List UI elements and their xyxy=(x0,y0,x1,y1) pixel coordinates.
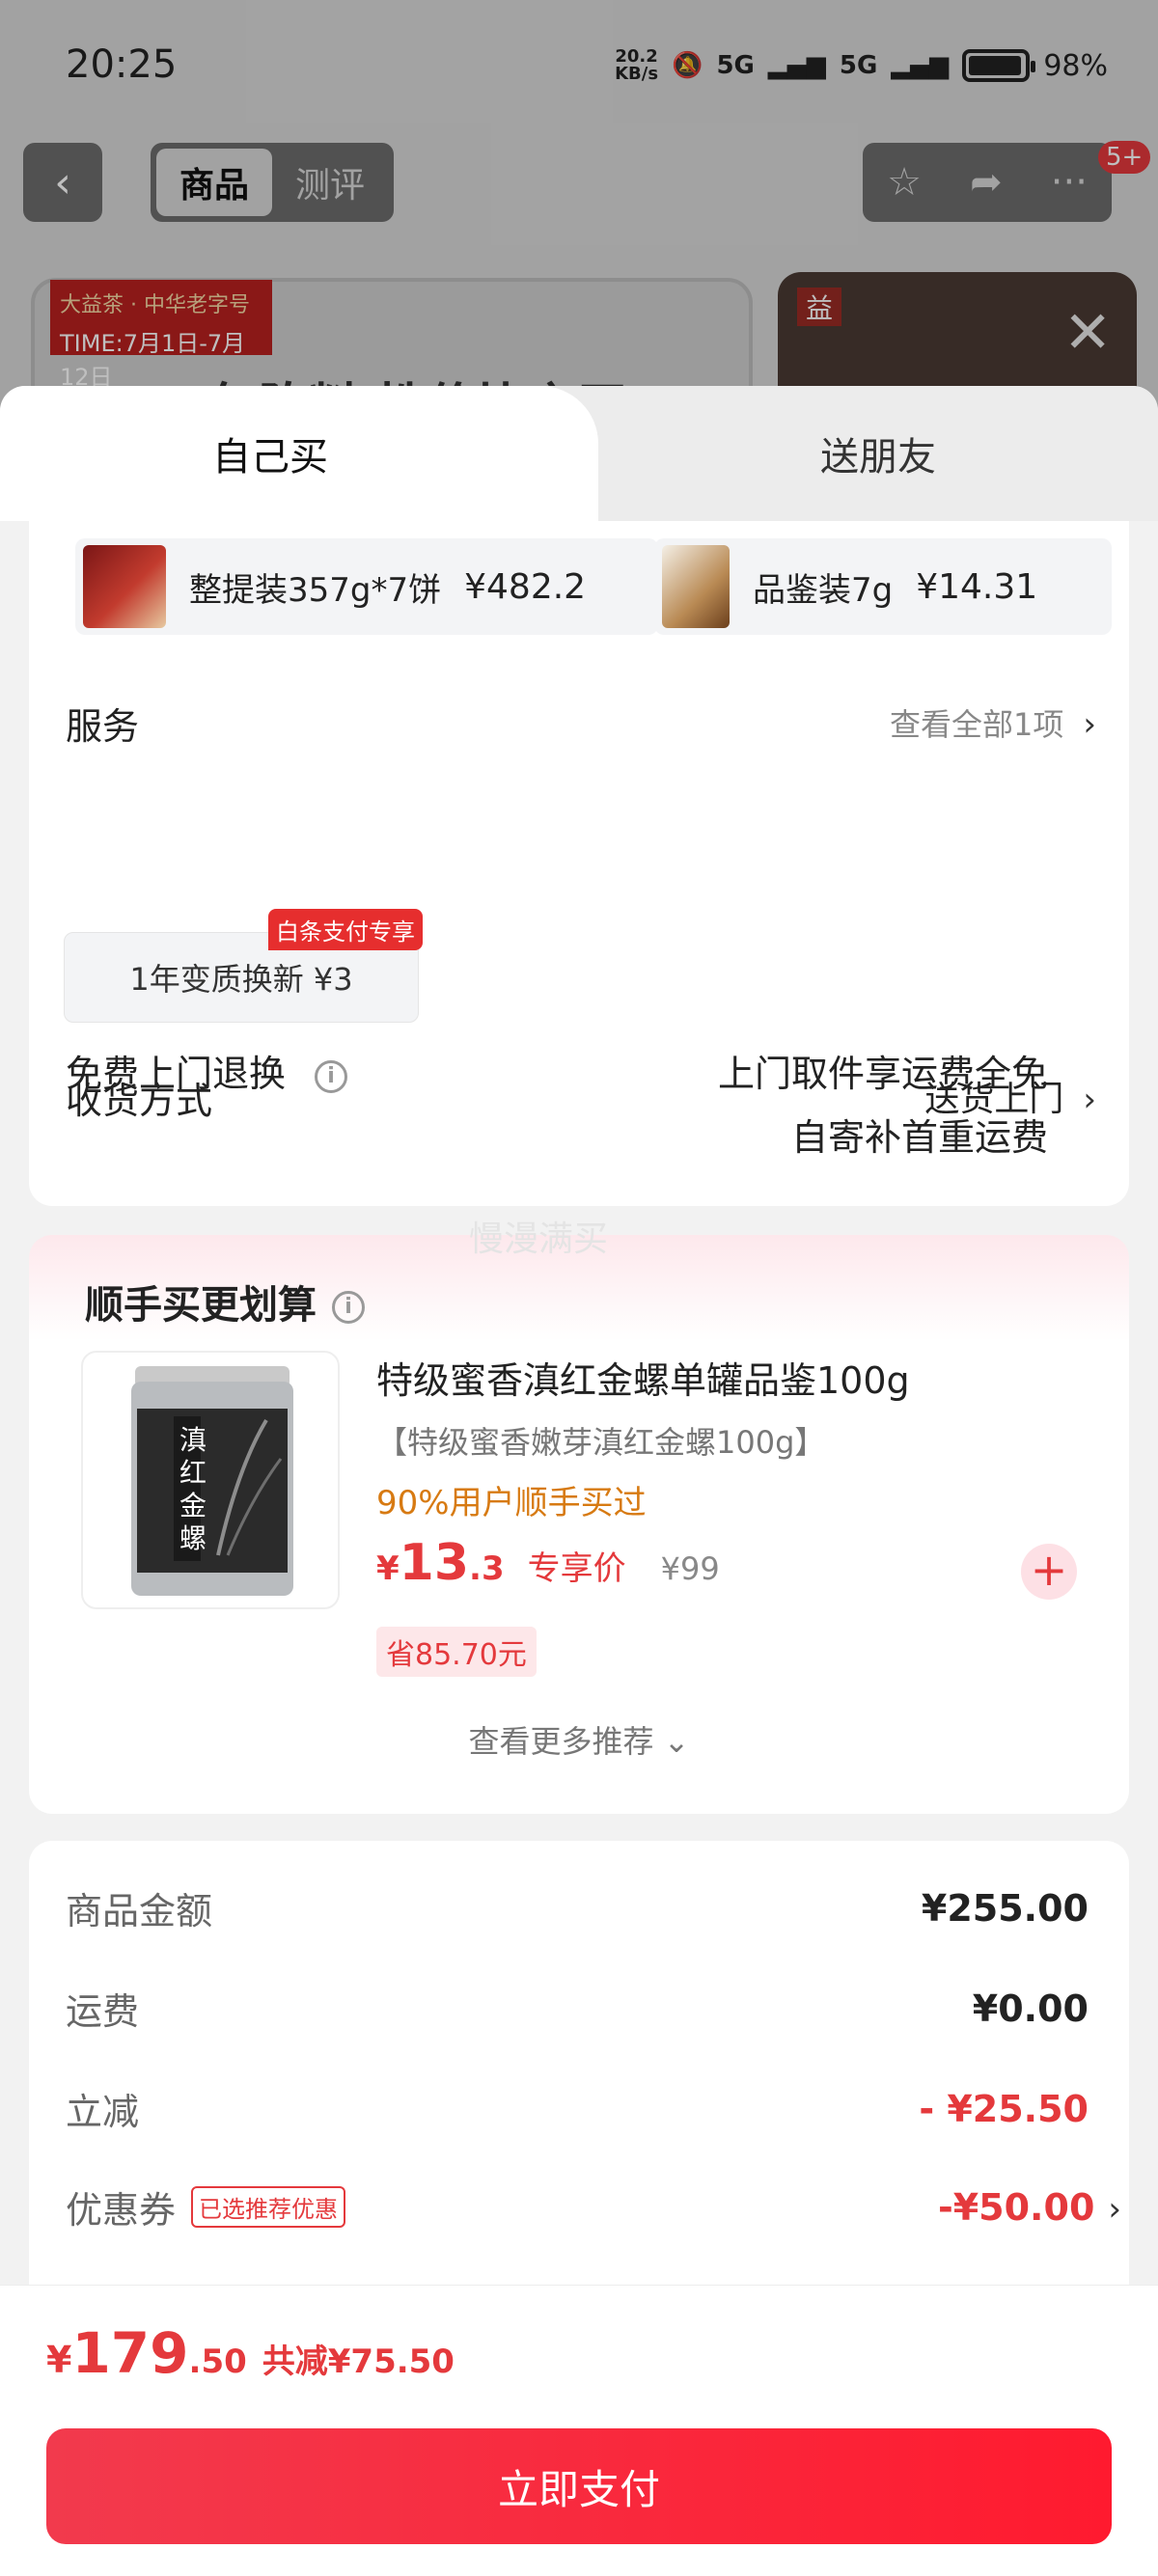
summary-value: ¥0.00 xyxy=(972,1987,1089,2030)
savings-badge: 省85.70元 xyxy=(376,1627,537,1677)
service-view-all-text: 查看全部1项 xyxy=(890,706,1064,743)
background-page: 20:25 20.2 KB/s 🔕 5G ▂▄▆ 5G ▂▄▆ 98% ‹ 商品 … xyxy=(0,0,1158,444)
summary-label: 商品金额 xyxy=(66,1890,213,1932)
coupon-value: -¥50.00 xyxy=(937,2185,1095,2229)
package-name: 整提装357g*7饼 xyxy=(189,570,442,610)
recommend-product-sub: 【特级蜜香嫩芽滇红金螺100g】 xyxy=(376,1424,826,1461)
recommend-product-image[interactable]: 滇 红 金 螺 xyxy=(81,1351,340,1609)
watermark: 慢漫满买 xyxy=(469,1219,609,1259)
overlay-dim[interactable] xyxy=(0,0,1158,444)
total-currency: ¥ xyxy=(46,2339,72,2381)
pay-now-button[interactable]: 立即支付 xyxy=(46,2428,1112,2544)
summary-label: 立减 xyxy=(66,2091,140,2133)
price-currency: ¥ xyxy=(376,1549,400,1588)
coupon-tag: 已选推荐优惠 xyxy=(191,2186,346,2228)
chevron-right-icon: › xyxy=(1083,1081,1096,1119)
summary-value: ¥255.00 xyxy=(921,1886,1089,1930)
original-price: ¥99 xyxy=(660,1550,720,1587)
coupon-label: 优惠券 已选推荐优惠 xyxy=(66,2180,346,2233)
total-decimal: .50 xyxy=(188,2343,247,2381)
coupon-label-text: 优惠券 xyxy=(66,2189,177,2232)
package-name: 品鉴装7g xyxy=(753,570,894,610)
tab-gift[interactable]: 送朋友 xyxy=(598,386,1158,521)
summary-row-coupon[interactable]: 优惠券 已选推荐优惠 -¥50.00 › xyxy=(66,2180,1121,2233)
summary-row-goods: 商品金额 ¥255.00 xyxy=(66,1881,1089,1934)
chevron-right-icon: › xyxy=(1108,2189,1121,2229)
svg-text:红: 红 xyxy=(179,1457,207,1489)
price-integer: 13 xyxy=(399,1534,470,1592)
svg-text:滇: 滇 xyxy=(179,1424,207,1456)
package-price: ¥14.31 xyxy=(916,566,1038,607)
purchase-sheet: 自己买 送朋友 整提装357g*7饼 ¥482.2 品鉴装7g ¥14.31 服… xyxy=(0,386,1158,2576)
price-summary-card: 商品金额 ¥255.00 运费 ¥0.00 立减 - ¥25.50 优惠券 已选… xyxy=(29,1841,1129,2323)
package-option[interactable]: 整提装357g*7饼 ¥482.2 xyxy=(75,538,658,635)
summary-value: - ¥25.50 xyxy=(919,2087,1089,2130)
recommend-title: 顺手买更划算 i xyxy=(85,1274,365,1329)
plus-icon: + xyxy=(1030,1544,1068,1596)
recommend-card: 顺手买更划算 i 滇 红 金 螺 特级蜜香滇红金螺单罐品鉴100g 【特级蜜香嫩芽… xyxy=(29,1235,1129,1814)
more-recommendations-link[interactable]: 查看更多推荐 ⌄ xyxy=(29,1717,1129,1762)
price-tag: 专享价 xyxy=(527,1549,626,1588)
info-icon[interactable]: i xyxy=(332,1291,365,1324)
returns-label-text: 免费上门退换 xyxy=(66,1053,287,1095)
summary-row-discount: 立减 - ¥25.50 xyxy=(66,2082,1089,2135)
returns-label: 免费上门退换 i xyxy=(66,1044,348,1097)
checkout-footer: ¥ 179 .50 共减¥75.50 立即支付 xyxy=(0,2285,1158,2576)
svg-text:螺: 螺 xyxy=(179,1522,207,1554)
package-thumbnail xyxy=(83,545,166,628)
package-price: ¥482.2 xyxy=(464,566,587,607)
info-icon[interactable]: i xyxy=(315,1059,348,1093)
recommend-title-text: 顺手买更划算 xyxy=(85,1283,317,1328)
sheet-tabs: 自己买 送朋友 xyxy=(0,386,1158,521)
returns-line1: 上门取件享运费全免 xyxy=(717,1053,1048,1095)
service-tag: 白条支付专享 xyxy=(268,909,423,950)
tab-buy-self[interactable]: 自己买 xyxy=(0,386,598,521)
package-thumbnail xyxy=(662,545,730,628)
summary-row-shipping: 运费 ¥0.00 xyxy=(66,1982,1089,2035)
summary-label: 运费 xyxy=(66,1990,140,2033)
total-price: ¥ 179 .50 共减¥75.50 xyxy=(46,2320,455,2386)
total-savings: 共减¥75.50 xyxy=(262,2343,455,2381)
service-view-all[interactable]: 查看全部1项 › xyxy=(890,700,1096,745)
options-card: 整提装357g*7饼 ¥482.2 品鉴装7g ¥14.31 服务 查看全部1项… xyxy=(29,521,1129,1206)
coupon-value-wrap: -¥50.00 › xyxy=(938,2186,1121,2229)
returns-line2: 自寄补首重运费 xyxy=(790,1116,1048,1159)
recommend-hot-text: 90%用户顺手买过 xyxy=(376,1484,647,1522)
package-option[interactable]: 品鉴装7g ¥14.31 xyxy=(654,538,1112,635)
recommend-price: ¥ 13 .3 专享价 ¥99 xyxy=(376,1534,720,1592)
add-to-order-button[interactable]: + xyxy=(1021,1544,1077,1600)
total-integer: 179 xyxy=(71,2320,189,2386)
service-label: 服务 xyxy=(66,705,140,748)
price-decimal: .3 xyxy=(469,1549,505,1588)
chevron-right-icon: › xyxy=(1083,705,1096,744)
tea-can-icon: 滇 红 金 螺 xyxy=(131,1366,293,1596)
recommend-product-name[interactable]: 特级蜜香滇红金螺单罐品鉴100g xyxy=(376,1351,910,1404)
svg-text:金: 金 xyxy=(179,1490,207,1521)
